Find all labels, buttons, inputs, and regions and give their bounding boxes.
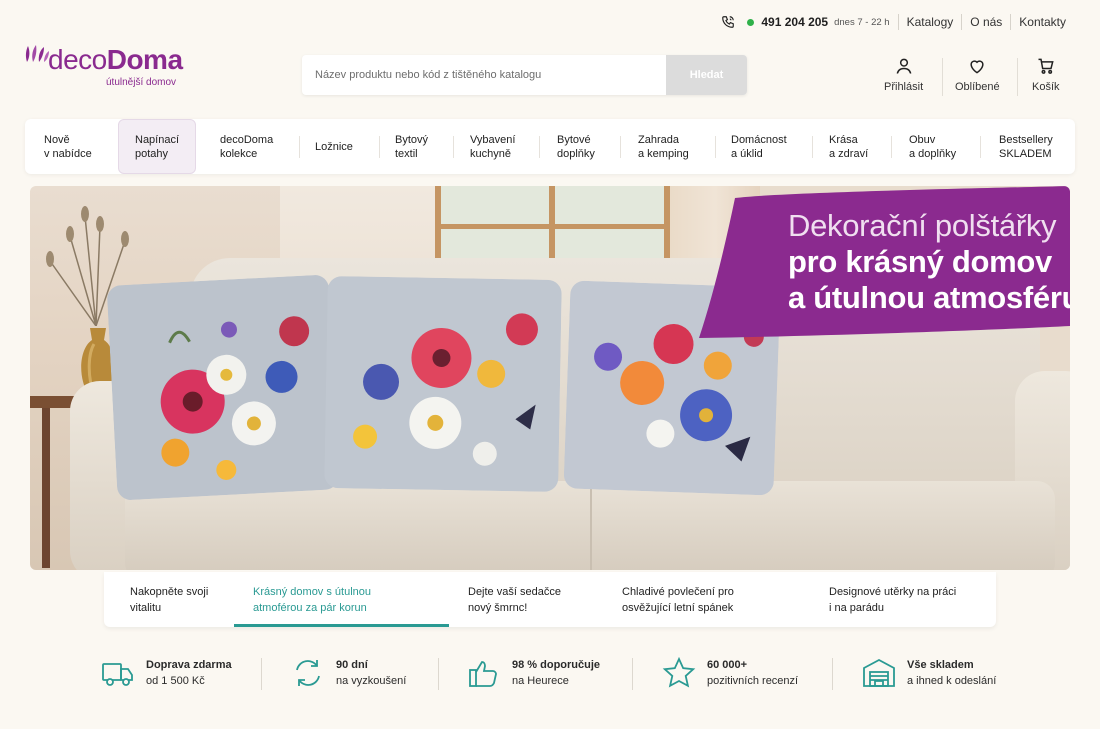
benefit-doprava: Doprava zdarma od 1 500 Kč — [101, 656, 232, 690]
slider-tab-uterky[interactable]: Designové utěrky na práci i na parádu — [829, 572, 956, 627]
nav-item-vybaveni-kuchyne[interactable]: Vybavení kuchyně — [470, 119, 515, 174]
hero-headline-ribbon: Dekorační polštářky pro krásný domov a ú… — [695, 186, 1070, 338]
opening-hours: dnes 7 - 22 h — [834, 16, 890, 28]
slider-tab-povleceni[interactable]: Chladivé povlečení pro osvěžující letní … — [622, 572, 734, 627]
nav-item-domacnost-uklid[interactable]: Domácnost a úklid — [731, 119, 787, 174]
link-o-nas[interactable]: O nás — [970, 15, 1002, 29]
phone-number[interactable]: 491 204 205 — [761, 15, 828, 29]
logo-text-deco: deco — [48, 44, 107, 75]
favorites-button[interactable]: Oblíbené — [955, 56, 1000, 93]
active-tab-indicator — [234, 624, 449, 627]
top-bar: 491 204 205 dnes 7 - 22 h Katalogy O nás… — [721, 12, 1066, 32]
nav-item-loznice[interactable]: Ložnice — [315, 119, 353, 174]
hero-headline-line1: Dekorační polštářky — [788, 208, 1057, 243]
floral-pillow-center-image — [324, 275, 562, 493]
link-kontakty[interactable]: Kontakty — [1019, 15, 1066, 29]
hero-headline-line3: a útulnou atmosféru — [788, 280, 1070, 315]
search-bar: Hledat — [302, 55, 747, 95]
phone-icon — [722, 16, 735, 28]
cart-icon — [1038, 58, 1054, 74]
benefit-subtitle: pozitivních recenzí — [707, 675, 799, 687]
online-status-dot — [747, 18, 755, 26]
logo-tagline: útulnější domov — [106, 77, 177, 88]
benefit-title: 90 dní — [336, 659, 368, 671]
site-logo[interactable]: decoDoma útulnější domov — [24, 42, 194, 92]
hero-headline-line2: pro krásný domov — [788, 244, 1052, 279]
cart-button[interactable]: Košík — [1032, 56, 1060, 93]
link-katalogy[interactable]: Katalogy — [907, 15, 954, 29]
nav-item-obuv-doplnky[interactable]: Obuv a doplňky — [909, 119, 956, 174]
nav-item-napinaci-potahy[interactable]: Napínací potahy — [118, 119, 197, 174]
benefit-title: Vše skladem — [907, 659, 974, 671]
nav-item-krasa-zdravi[interactable]: Krása a zdraví — [829, 119, 868, 174]
hero-slider-tabs: Nakopněte svoji vitalitu Krásný domov s … — [104, 572, 996, 627]
warehouse-icon — [863, 658, 895, 687]
nav-item-bytovy-textil[interactable]: Bytový textil — [395, 119, 428, 174]
nav-item-zahrada-kemping[interactable]: Zahrada a kemping — [638, 119, 689, 174]
favorites-label: Oblíbené — [955, 81, 1000, 93]
slider-tab-krasny-domov[interactable]: Krásný domov s útulnou atmoférou za pár … — [253, 572, 371, 627]
thumbs-up-icon — [469, 661, 497, 687]
login-label: Přihlásit — [884, 81, 924, 93]
benefit-90-dni: 90 dní na vyzkoušení — [291, 656, 406, 690]
logo-text-doma: Doma — [106, 44, 183, 75]
search-button[interactable]: Hledat — [666, 55, 747, 95]
benefit-title: Doprava zdarma — [146, 659, 232, 671]
user-icon — [896, 58, 911, 74]
nav-item-nove[interactable]: Nově v nabídce — [44, 119, 92, 174]
return-arrows-icon — [296, 660, 320, 686]
floral-pillow-left-image — [106, 274, 340, 501]
benefit-skladem: Vše skladem a ihned k odeslání — [862, 656, 996, 690]
heart-icon — [970, 60, 984, 74]
benefit-title: 60 000+ — [707, 659, 748, 671]
nav-item-decodoma-kolekce[interactable]: decoDoma kolekce — [220, 119, 273, 174]
nav-item-bytove-doplnky[interactable]: Bytové doplňky — [557, 119, 595, 174]
truck-icon — [102, 663, 133, 686]
benefit-subtitle: na Heurece — [512, 675, 569, 687]
star-icon — [662, 656, 696, 688]
category-nav: Nově v nabídce Napínací potahy decoDoma … — [25, 119, 1075, 174]
slider-tab-sedacka[interactable]: Dejte vaší sedačce nový šmrnc! — [468, 572, 561, 627]
nav-item-bestsellery[interactable]: Bestsellery SKLADEM — [999, 119, 1053, 174]
search-input[interactable] — [302, 55, 666, 95]
benefit-title: 98 % doporučuje — [512, 659, 601, 671]
benefit-recenze: 60 000+ pozitivních recenzí — [662, 656, 798, 690]
cart-label: Košík — [1032, 81, 1060, 93]
logo-leaves-icon — [25, 45, 49, 62]
benefit-subtitle: a ihned k odeslání — [907, 675, 997, 687]
slider-tab-vitalita[interactable]: Nakopněte svoji vitalitu — [130, 572, 208, 627]
benefit-subtitle: na vyzkoušení — [336, 675, 407, 687]
benefit-heureka: 98 % doporučuje na Heurece — [467, 656, 600, 690]
login-button[interactable]: Přihlásit — [884, 56, 923, 93]
benefit-subtitle: od 1 500 Kč — [146, 675, 205, 687]
hero-banner[interactable]: Dekorační polštářky pro krásný domov a ú… — [30, 186, 1070, 570]
